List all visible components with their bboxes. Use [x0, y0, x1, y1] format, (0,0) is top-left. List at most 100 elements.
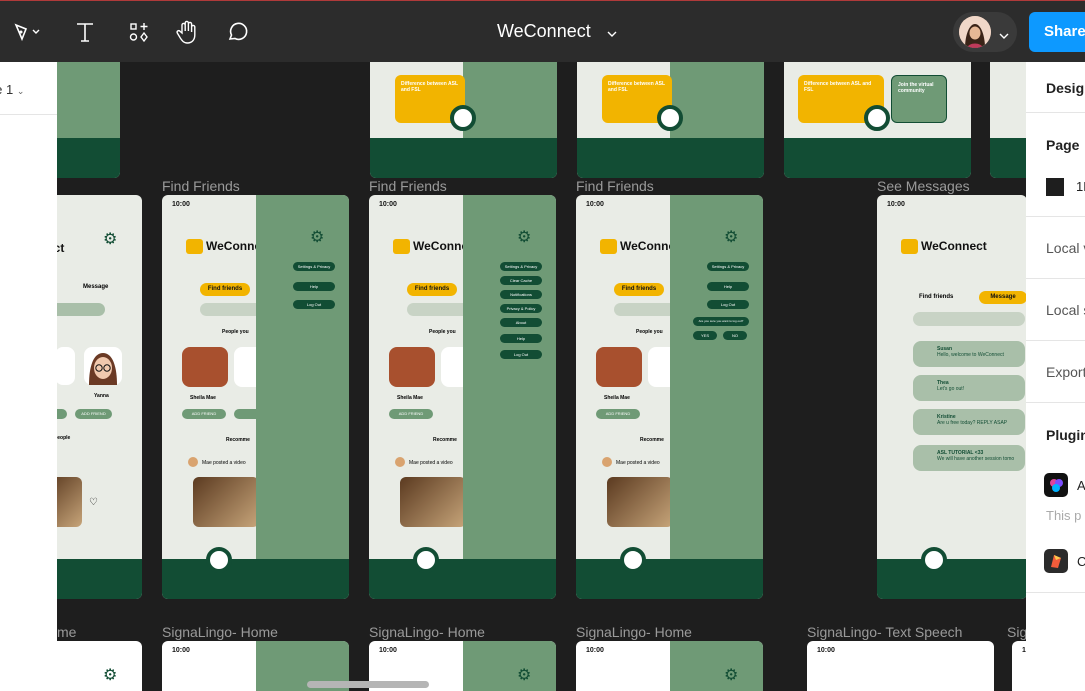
- find-friends-button[interactable]: Find friends: [407, 283, 457, 296]
- divider: [1026, 216, 1085, 217]
- menu-help[interactable]: Help: [500, 334, 542, 343]
- gear-icon[interactable]: ⚙: [310, 227, 324, 247]
- local-styles[interactable]: Local styles: [1046, 302, 1085, 318]
- frame-find-friends-2[interactable]: 10:00 WeConnect Find friends People you …: [369, 195, 556, 599]
- avatar[interactable]: [959, 16, 991, 48]
- plugin-1-label[interactable]: A: [1077, 478, 1085, 493]
- menu-privacy[interactable]: Privacy & Policy: [500, 304, 542, 313]
- frame-top-2[interactable]: Difference between ASL and FSL: [577, 62, 764, 178]
- frame-home-partial[interactable]: ⚙: [57, 641, 142, 691]
- divider: [0, 114, 57, 115]
- menu-settings[interactable]: Settings & Privacy: [293, 262, 335, 271]
- export-section[interactable]: Export: [1046, 364, 1085, 380]
- add-friend-button[interactable]: ADD FRIEND: [389, 409, 433, 419]
- menu-logout[interactable]: Log Out: [707, 300, 749, 309]
- pen-tool-icon[interactable]: [12, 17, 42, 47]
- frame-find-friends-1[interactable]: 10:00 WeConnect Find friends People you …: [162, 195, 349, 599]
- text-tool-icon[interactable]: [70, 17, 100, 47]
- confirm-yes-button[interactable]: YES: [693, 331, 717, 340]
- home-fab[interactable]: [657, 105, 683, 131]
- menu-clear-cache[interactable]: Clear Cache: [500, 276, 542, 285]
- frame-label[interactable]: SignaLingo- Home: [162, 624, 278, 640]
- plugin-2-label[interactable]: C: [1077, 554, 1085, 569]
- frame-signalingo-home-3[interactable]: 10:00 ⚙: [576, 641, 763, 691]
- frame-label[interactable]: SignaLingo- Text Speech: [807, 624, 962, 640]
- message-tab[interactable]: Message: [979, 291, 1026, 304]
- tab-design[interactable]: Design: [1046, 80, 1085, 96]
- chat-row[interactable]: Thea Let's go out!: [913, 375, 1025, 401]
- gear-icon[interactable]: ⚙: [724, 227, 738, 247]
- gear-icon[interactable]: ⚙: [724, 665, 738, 685]
- frame-label[interactable]: Sig: [1007, 624, 1026, 640]
- page-color-swatch[interactable]: [1046, 178, 1064, 196]
- user-avatar-menu[interactable]: [953, 12, 1017, 52]
- chat-row[interactable]: ASL TUTORIAL <33 We will have another ses…: [913, 445, 1025, 471]
- frame-label[interactable]: SignaLingo- Home: [576, 624, 692, 640]
- chat-row[interactable]: Kristine Are u free today? REPLY ASAP: [913, 409, 1025, 435]
- frame-partial-right[interactable]: 10:00: [1012, 641, 1026, 691]
- post-text: Mae posted a video: [616, 460, 660, 466]
- chat-fab[interactable]: [206, 547, 232, 573]
- join-community-card[interactable]: Join the virtual community: [891, 75, 947, 123]
- gear-icon[interactable]: ⚙: [517, 665, 531, 685]
- gear-icon[interactable]: ⚙: [103, 665, 117, 685]
- hand-tool-icon[interactable]: [172, 17, 202, 47]
- frame-label[interactable]: Find Friends: [162, 178, 240, 194]
- plugin-2-icon[interactable]: [1044, 549, 1068, 573]
- design-canvas[interactable]: Difference between ASL and FSL Differenc…: [57, 62, 1026, 691]
- find-friends-button[interactable]: Find friends: [614, 283, 664, 296]
- home-fab[interactable]: [864, 105, 890, 131]
- frame-label[interactable]: me: [57, 624, 76, 640]
- menu-logout[interactable]: Log Out: [293, 300, 335, 309]
- home-fab[interactable]: [450, 105, 476, 131]
- chat-fab[interactable]: [413, 547, 439, 573]
- menu-about[interactable]: About: [500, 318, 542, 327]
- frame-find-friends-3[interactable]: 10:00 WeConnect Find friends People you …: [576, 195, 763, 599]
- plugins-heading: Plugins: [1046, 427, 1085, 443]
- document-title[interactable]: WeConnect: [497, 21, 591, 42]
- menu-settings[interactable]: Settings & Privacy: [500, 262, 542, 271]
- page-selector[interactable]: Page 1 ⌄: [0, 82, 24, 97]
- page-color-value[interactable]: 1E1E1E: [1076, 179, 1085, 194]
- frame-top-3[interactable]: Difference between ASL and FSL Join the …: [784, 62, 971, 178]
- find-friends-button[interactable]: Find friends: [200, 283, 250, 296]
- section-label: Recomme: [433, 437, 457, 443]
- menu-settings[interactable]: Settings & Privacy: [707, 262, 749, 271]
- menu-help[interactable]: Help: [293, 282, 335, 291]
- add-friend-button[interactable]: ADD FRIEND: [75, 409, 112, 419]
- frame-top-1[interactable]: Difference between ASL and FSL: [370, 62, 557, 178]
- weconnect-logo: WeConnect: [901, 239, 987, 255]
- frame-home-partial-top[interactable]: [57, 62, 120, 178]
- chat-row[interactable]: Susan Hello, welcome to WeConnect: [913, 341, 1025, 367]
- frame-see-messages[interactable]: 10:00 WeConnect Find friends Message Sus…: [877, 195, 1026, 599]
- frame-label[interactable]: SignaLingo- Home: [369, 624, 485, 640]
- menu-help[interactable]: Help: [707, 282, 749, 291]
- add-friend-button[interactable]: ADD FRIEND: [596, 409, 640, 419]
- comment-icon[interactable]: [223, 17, 253, 47]
- add-friend-button[interactable]: ADD FRIEND: [182, 409, 226, 419]
- frame-signalingo-text-speech[interactable]: 10:00: [807, 641, 994, 691]
- confirm-no-button[interactable]: NO: [723, 331, 747, 340]
- share-button[interactable]: Share: [1029, 12, 1085, 52]
- resources-icon[interactable]: [124, 17, 154, 47]
- horizontal-scrollbar[interactable]: [307, 681, 429, 688]
- frame-label[interactable]: Find Friends: [576, 178, 654, 194]
- frame-top-4[interactable]: [990, 62, 1026, 178]
- chat-fab[interactable]: [921, 547, 947, 573]
- gear-icon[interactable]: ⚙: [103, 229, 117, 249]
- plugin-1-icon[interactable]: [1044, 473, 1068, 497]
- divider: [1026, 112, 1085, 113]
- status-time: 10:00: [379, 647, 397, 654]
- chevron-down-icon[interactable]: [607, 25, 617, 43]
- find-friends-tab[interactable]: Find friends: [919, 294, 953, 300]
- frame-label[interactable]: See Messages: [877, 178, 970, 194]
- top-toolbar: WeConnect Share: [0, 0, 1085, 62]
- gear-icon[interactable]: ⚙: [517, 227, 531, 247]
- chat-fab[interactable]: [620, 547, 646, 573]
- menu-logout[interactable]: Log Out: [500, 350, 542, 359]
- menu-notifications[interactable]: Notifications: [500, 290, 542, 299]
- frame-label[interactable]: Find Friends: [369, 178, 447, 194]
- frame-find-friends-partial[interactable]: ect ⚙ Message Yanna ADD FRIEND ed people…: [57, 195, 142, 599]
- heart-icon[interactable]: ♡: [89, 497, 98, 508]
- local-variables[interactable]: Local variables: [1046, 240, 1085, 256]
